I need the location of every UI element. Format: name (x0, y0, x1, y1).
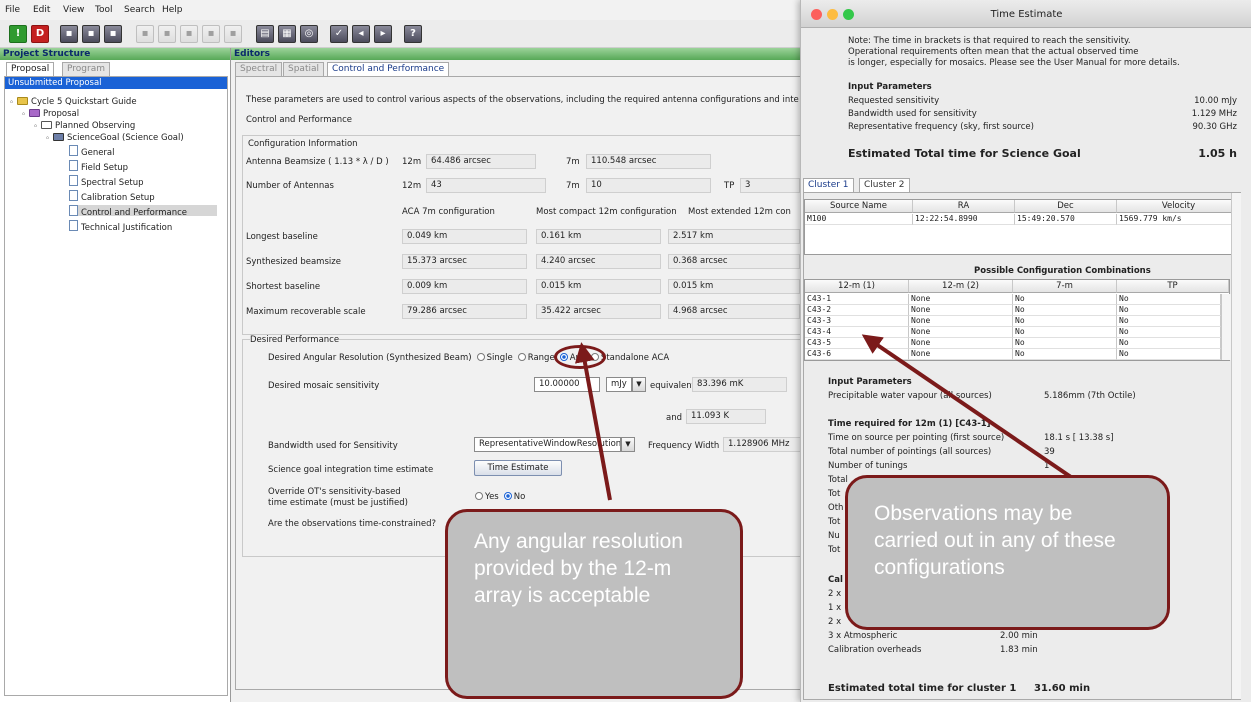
callout-angular-text: Any angular resolution provided by the 1… (474, 530, 683, 607)
arrow-to-config-table (861, 334, 1092, 492)
arrow-to-any-radio (574, 342, 612, 501)
callout-configs-text: Observations may be carried out in any o… (874, 502, 1116, 579)
callout-configurations: Observations may be carried out in any o… (845, 475, 1170, 630)
callout-angular-resolution: Any angular resolution provided by the 1… (445, 509, 743, 699)
